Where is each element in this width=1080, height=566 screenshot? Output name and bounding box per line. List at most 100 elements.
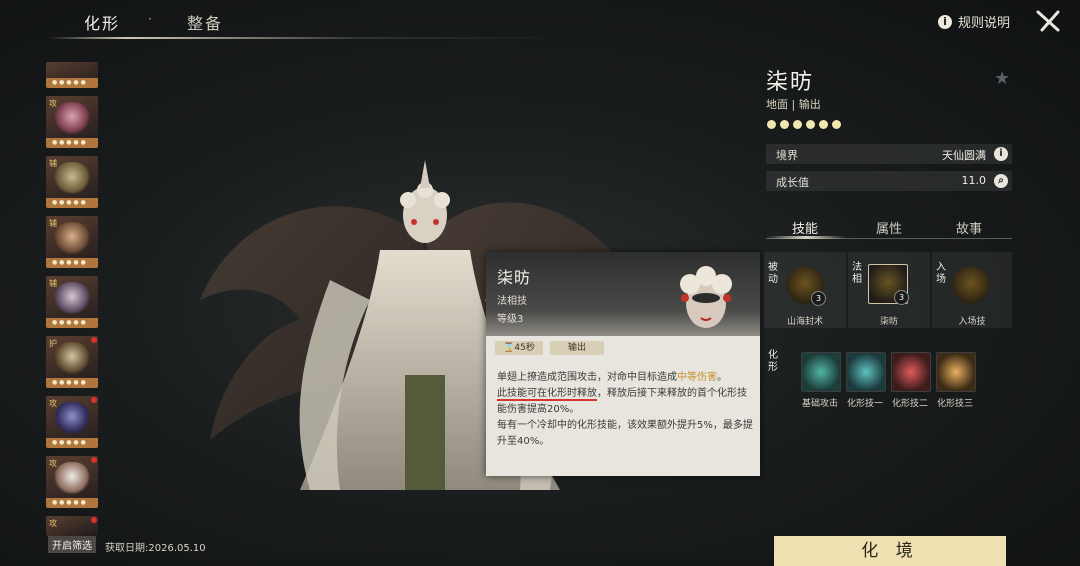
star-dot xyxy=(767,120,776,129)
form-category: 化形 xyxy=(768,350,778,373)
form-skill-label: 基础攻击 xyxy=(801,399,838,409)
roster-card[interactable]: 攻 ● ● ● ● ● xyxy=(46,396,98,448)
notification-dot xyxy=(91,457,97,463)
roster-card[interactable]: 辅 ● ● ● ● ● xyxy=(46,156,98,208)
star-rating-icon: ● ● ● ● ● xyxy=(52,499,86,506)
tab-transform[interactable]: 化形 xyxy=(84,10,120,34)
roster-card[interactable]: ● ● ● ● ● xyxy=(46,62,98,88)
star-rating-icon: ● ● ● ● ● xyxy=(52,319,86,326)
skill-level-badge: 3 xyxy=(894,290,909,305)
dharma-skill-name: 柒昉 xyxy=(879,317,898,327)
roster-card[interactable]: 攻 xyxy=(46,516,98,536)
notification-dot xyxy=(91,517,97,523)
portrait-image xyxy=(54,102,90,134)
tab-separator: · xyxy=(148,12,152,26)
passive-skill-icon: 3 xyxy=(786,266,826,306)
star-rating-icon: ● ● ● ● ● xyxy=(52,439,86,446)
tab-skills[interactable]: 技能 xyxy=(792,218,818,237)
basic-attack-icon[interactable] xyxy=(801,352,841,392)
roster-card[interactable]: 攻 ● ● ● ● ● xyxy=(46,456,98,508)
growth-value: 11.0 xyxy=(961,174,987,187)
dharma-skill-icon: 3 xyxy=(868,264,909,305)
form-skill-label: 化形技一 xyxy=(846,399,883,409)
filter-button[interactable]: 开启筛选 xyxy=(48,536,96,553)
form-skill-label: 化形技二 xyxy=(891,399,928,409)
growth-label: 成长值 xyxy=(776,176,809,189)
star-dot xyxy=(832,120,841,129)
favorite-star-icon[interactable]: ★ xyxy=(994,68,1010,89)
role-tag: 辅 xyxy=(49,219,57,228)
tab-story[interactable]: 故事 xyxy=(956,218,982,237)
portrait-image xyxy=(54,402,90,434)
roster-card[interactable]: 攻 ● ● ● ● ● xyxy=(46,96,98,148)
entry-skill-slot[interactable]: 入场 入场技 xyxy=(932,252,1012,328)
desc-text: 。 xyxy=(717,372,727,383)
roster-card[interactable]: 辅 ● ● ● ● ● xyxy=(46,216,98,268)
notification-dot xyxy=(91,337,97,343)
cooldown-value: 45秒 xyxy=(514,343,535,353)
tooltip-skill-name: 柒昉 xyxy=(497,268,532,287)
star-rating-icon: ● ● ● ● ● xyxy=(52,259,86,266)
close-icon[interactable] xyxy=(1034,8,1062,36)
desc-text: 单翅上撩造成范围攻击，对命中目标造成 xyxy=(497,372,677,383)
top-bar: 化形 · 整备 i 规则说明 xyxy=(0,0,1080,42)
entry-skill-name: 入场技 xyxy=(958,317,986,327)
form-skill-2-icon[interactable] xyxy=(891,352,931,392)
star-rating-icon: ● ● ● ● ● xyxy=(52,79,86,86)
info-icon[interactable]: i xyxy=(994,147,1008,161)
role-tag: 护 xyxy=(49,339,57,348)
character-name: 柒昉 xyxy=(766,70,815,95)
role-tag: 攻 xyxy=(49,519,57,528)
roster-card[interactable]: 护 ● ● ● ● ● xyxy=(46,336,98,388)
portrait-image xyxy=(54,222,90,254)
tooltip-description: 单翅上撩造成范围攻击，对命中目标造成中等伤害。 此技能可在化形时释放，释放后接下… xyxy=(497,370,753,450)
portrait-image xyxy=(54,462,90,494)
form-skill-label: 化形技三 xyxy=(936,399,973,409)
cooldown-badge: ⌛45秒 xyxy=(495,341,543,355)
entry-category: 入场 xyxy=(936,262,946,285)
tab-attributes[interactable]: 属性 xyxy=(876,218,902,237)
passive-skill-slot[interactable]: 被动 3 山海封术 xyxy=(764,252,846,328)
star-level-dots xyxy=(767,120,841,129)
form-skill-3-icon[interactable] xyxy=(936,352,976,392)
realm-value: 天仙圆满 xyxy=(942,149,986,162)
portrait-image xyxy=(54,342,90,374)
passive-skill-name: 山海封术 xyxy=(786,317,823,327)
portrait-image xyxy=(54,282,90,314)
desc-text: 每有一个冷却中的化形技能，该效果额外提升5%，最多提升至40%。 xyxy=(497,420,753,447)
tab-underline xyxy=(48,37,568,39)
dharma-category: 法相 xyxy=(852,262,862,285)
growth-row: 成长值 11.0 ⌕ xyxy=(766,171,1012,191)
entry-skill-icon xyxy=(952,266,990,304)
acquire-date: 获取日期:2026.05.10 xyxy=(105,543,206,554)
dharma-skill-slot[interactable]: 法相 3 柒昉 xyxy=(848,252,930,328)
tooltip-skill-category: 法相技 xyxy=(497,296,527,307)
ascend-button[interactable]: 化 境 xyxy=(774,536,1006,566)
role-tag: 攻 xyxy=(49,99,57,108)
form-skill-1-icon[interactable] xyxy=(846,352,886,392)
rules-label: 规则说明 xyxy=(957,16,1010,31)
rules-button[interactable]: i 规则说明 xyxy=(937,12,1010,31)
star-rating-icon: ● ● ● ● ● xyxy=(52,139,86,146)
role-badge: 输出 xyxy=(550,341,604,355)
character-roster[interactable]: ● ● ● ● ● 攻 ● ● ● ● ● 辅 ● ● ● ● ● 辅 ● ● … xyxy=(46,62,102,544)
realm-row: 境界 天仙圆满 i xyxy=(766,144,1012,164)
role-tag: 攻 xyxy=(49,459,57,468)
search-icon[interactable]: ⌕ xyxy=(994,174,1008,188)
tooltip-skill-level: 等级3 xyxy=(497,314,524,325)
detail-tabs: 技能 属性 故事 xyxy=(766,216,1012,238)
character-type: 地面 | 输出 xyxy=(766,98,821,111)
star-dot xyxy=(780,120,789,129)
info-icon: i xyxy=(937,14,952,29)
star-dot xyxy=(806,120,815,129)
role-tag: 辅 xyxy=(49,279,57,288)
star-rating-icon: ● ● ● ● ● xyxy=(52,379,86,386)
tab-equip[interactable]: 整备 xyxy=(187,10,223,34)
hourglass-icon: ⌛ xyxy=(503,343,515,353)
skill-portrait-image xyxy=(680,266,732,328)
star-dot xyxy=(819,120,828,129)
desc-underline: 此技能可在化形时释放 xyxy=(497,388,597,401)
star-dot xyxy=(793,120,802,129)
roster-card[interactable]: 辅 ● ● ● ● ● xyxy=(46,276,98,328)
skill-tooltip: 柒昉 法相技 等级3 ⌛45秒 输出 单翅上撩造成范围攻击，对命中目标造成中等伤… xyxy=(486,252,760,476)
